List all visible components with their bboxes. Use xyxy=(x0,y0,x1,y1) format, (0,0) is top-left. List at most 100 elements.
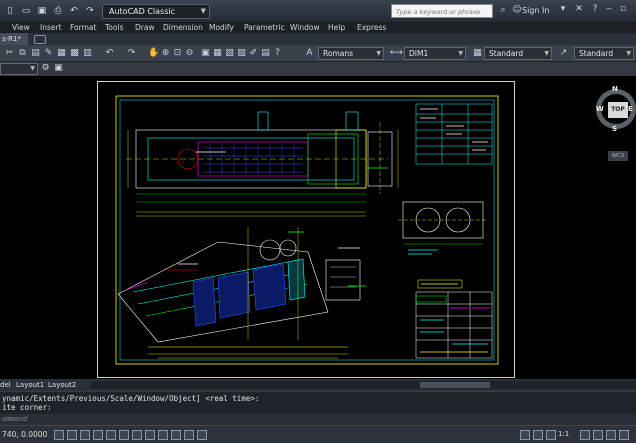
table-style-dropdown[interactable]: Standard ▼ xyxy=(484,47,552,60)
status-bar: 740, 0.0000 1:1 xyxy=(0,425,636,443)
dyn-icon[interactable] xyxy=(145,430,155,440)
zoom-window-icon[interactable]: ⊡ xyxy=(172,48,183,59)
wcs-menu[interactable]: WCS xyxy=(608,151,628,161)
horizontal-scrollbar[interactable] xyxy=(90,381,636,389)
viewcube[interactable]: N W E S TOP WCS xyxy=(592,85,636,161)
scrollbar-thumb[interactable] xyxy=(420,382,490,388)
drawing-canvas[interactable]: N W E S TOP WCS xyxy=(0,76,636,379)
chevron-down-icon: ▼ xyxy=(626,50,631,57)
chevron-down-icon: ▼ xyxy=(458,50,463,57)
menu-tools[interactable]: Tools xyxy=(105,22,123,33)
menu-format[interactable]: Format xyxy=(70,22,96,33)
menu-dimension[interactable]: Dimension xyxy=(163,22,203,33)
ortho-icon[interactable] xyxy=(80,430,90,440)
zoom-previous-icon[interactable]: ⊖ xyxy=(184,48,195,59)
menu-view[interactable]: View xyxy=(12,22,30,33)
annotation-visibility-icon[interactable] xyxy=(580,430,590,440)
file-tab[interactable]: s-R1* xyxy=(0,33,28,45)
top-view xyxy=(126,111,393,203)
design-center-icon[interactable]: ▦ xyxy=(212,48,223,59)
sheet-set-icon[interactable]: ▨ xyxy=(236,48,247,59)
new-tab-icon[interactable] xyxy=(34,35,46,44)
osnap-icon[interactable] xyxy=(106,430,116,440)
compass-east[interactable]: E xyxy=(628,105,633,113)
ducs-icon[interactable] xyxy=(132,430,142,440)
cut-icon[interactable]: ✂ xyxy=(4,48,15,59)
compass-west[interactable]: W xyxy=(596,105,604,113)
dim-style-dropdown[interactable]: DIM1 ▼ xyxy=(404,47,466,60)
open-icon[interactable]: ▭ xyxy=(20,5,32,17)
binoculars-icon[interactable]: ⌕ xyxy=(497,4,509,16)
workspace-label: AutoCAD Classic xyxy=(109,6,176,16)
layout-paper xyxy=(97,81,515,378)
block-icon[interactable]: ▩ xyxy=(69,48,80,59)
tab-model[interactable]: del xyxy=(0,379,11,391)
transparency-icon[interactable] xyxy=(171,430,181,440)
redo-icon[interactable]: ↷ xyxy=(126,48,137,59)
quick-view-drawings-icon[interactable] xyxy=(546,430,556,440)
search-tools: ⌕ xyxy=(497,4,509,16)
lock-icon[interactable] xyxy=(606,430,616,440)
block-editor-icon[interactable]: ▦ xyxy=(56,48,67,59)
workspace-switching-icon[interactable] xyxy=(593,430,603,440)
calculator-icon[interactable]: ▤ xyxy=(260,48,271,59)
match-properties-icon[interactable]: ✎ xyxy=(43,48,54,59)
tab-layout2[interactable]: Layout2 xyxy=(48,379,76,391)
menu-modify[interactable]: Modify xyxy=(209,22,234,33)
workspace-selector[interactable]: AutoCAD Classic ▼ xyxy=(102,3,210,19)
pan-icon[interactable]: ✋ xyxy=(148,48,159,59)
text-style-dropdown[interactable]: Romans ▼ xyxy=(318,47,384,60)
annotation-scale[interactable]: 1:1 xyxy=(558,430,569,438)
clean-screen-icon[interactable] xyxy=(619,430,629,440)
polar-icon[interactable] xyxy=(93,430,103,440)
maximize-icon[interactable]: ▫ xyxy=(618,4,628,14)
print-icon[interactable]: ⎙ xyxy=(52,5,64,17)
tab-layout1[interactable]: Layout1 xyxy=(16,379,44,391)
attribute-icon[interactable]: ▥ xyxy=(82,48,93,59)
zoom-realtime-icon[interactable]: ⊕ xyxy=(160,48,171,59)
help-icon[interactable]: ? xyxy=(590,4,600,14)
save-icon[interactable]: ▣ xyxy=(36,5,48,17)
menu-window[interactable]: Window xyxy=(290,22,320,33)
table-style-value: Standard xyxy=(489,49,524,58)
menu-express[interactable]: Express xyxy=(357,22,386,33)
quick-properties-icon[interactable] xyxy=(184,430,194,440)
new-icon[interactable]: ▯ xyxy=(4,5,16,17)
sign-in-link[interactable]: Sign In xyxy=(522,4,549,17)
compass-south[interactable]: S xyxy=(612,125,617,133)
multileader-style-icon: ↗ xyxy=(559,48,568,58)
help-icon[interactable]: ? xyxy=(272,48,283,59)
layer-properties-icon[interactable]: ⚙ xyxy=(40,63,51,74)
title-bar: ▯ ▭ ▣ ⎙ ↶ ↷ AutoCAD Classic ▼ Type a key… xyxy=(0,0,636,22)
menu-insert[interactable]: Insert xyxy=(40,22,62,33)
dropdown-arrow-icon[interactable]: ▾ xyxy=(558,4,568,14)
menu-draw[interactable]: Draw xyxy=(135,22,155,33)
redo-icon[interactable]: ↷ xyxy=(84,5,96,17)
grid-icon[interactable] xyxy=(67,430,77,440)
selection-cycling-icon[interactable] xyxy=(197,430,207,440)
lineweight-icon[interactable] xyxy=(158,430,168,440)
command-input[interactable]: ommand xyxy=(0,414,636,425)
model-space-icon[interactable] xyxy=(520,430,530,440)
otrack-icon[interactable] xyxy=(119,430,129,440)
layer-state-icon[interactable]: ▣ xyxy=(53,63,64,74)
viewcube-top-face[interactable]: TOP xyxy=(608,102,628,118)
layer-dropdown[interactable]: ▼ xyxy=(0,63,38,75)
tool-palettes-icon[interactable]: ▧ xyxy=(224,48,235,59)
minimize-icon[interactable]: ‒ xyxy=(604,4,614,14)
undo-icon[interactable]: ↶ xyxy=(104,48,115,59)
menu-help[interactable]: Help xyxy=(328,22,345,33)
copy-icon[interactable]: ⧉ xyxy=(17,48,28,59)
menu-parametric[interactable]: Parametric xyxy=(244,22,285,33)
properties-icon[interactable]: ▣ xyxy=(200,48,211,59)
exchange-icon[interactable]: ✕ xyxy=(574,4,584,14)
undo-icon[interactable]: ↶ xyxy=(68,5,80,17)
multileader-style-dropdown[interactable]: Standard ▼ xyxy=(574,47,634,60)
search-input[interactable]: Type a keyword or phrase xyxy=(391,4,493,18)
paste-icon[interactable]: ▤ xyxy=(30,48,41,59)
snap-icon[interactable] xyxy=(54,430,64,440)
markup-icon[interactable]: ✐ xyxy=(248,48,259,59)
dim-style-icon: ⟷ xyxy=(390,48,403,58)
quick-view-layouts-icon[interactable] xyxy=(533,430,543,440)
compass-north[interactable]: N xyxy=(612,85,618,93)
